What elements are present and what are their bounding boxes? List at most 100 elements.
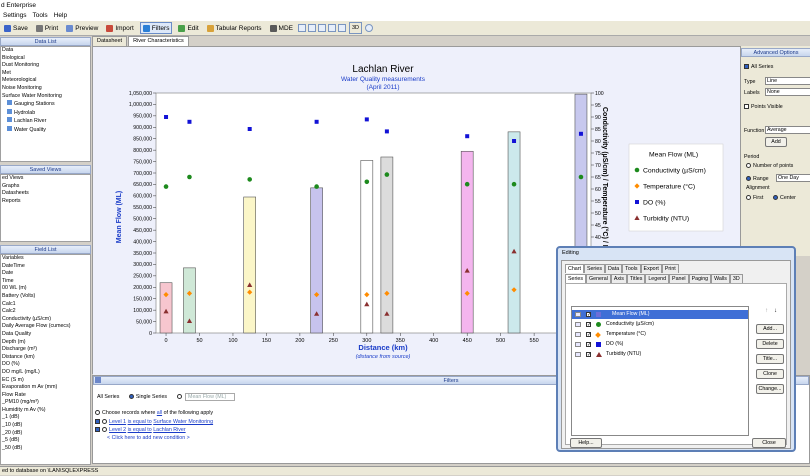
- number-of-points-option[interactable]: Number of points: [746, 163, 793, 169]
- field-item[interactable]: 00 WL (m): [1, 285, 90, 293]
- print-button[interactable]: Print: [34, 22, 60, 34]
- field-item[interactable]: DO (%): [1, 361, 90, 369]
- field-item[interactable]: DO mg/L (mg/L): [1, 369, 90, 377]
- condition-1-operator[interactable]: is equal to: [128, 419, 152, 425]
- series-visible-checkbox[interactable]: ✓: [586, 322, 591, 328]
- field-item[interactable]: EC (S m): [1, 377, 90, 385]
- tree-item[interactable]: Meteorological: [1, 77, 90, 85]
- condition-2-field[interactable]: Level 2: [109, 427, 126, 433]
- save-button[interactable]: Save: [2, 22, 30, 34]
- clone-series-button[interactable]: Clone: [756, 369, 784, 379]
- chart-type-icon[interactable]: [298, 24, 306, 32]
- 3d-toggle[interactable]: 3D: [349, 22, 363, 34]
- condition-1-radio[interactable]: [102, 419, 107, 425]
- preview-button[interactable]: Preview: [64, 22, 100, 34]
- menu-tools[interactable]: Tools: [33, 12, 48, 19]
- condition-2-radio[interactable]: [102, 427, 107, 433]
- series-visible-checkbox[interactable]: ✓: [586, 332, 591, 338]
- range-radio[interactable]: [746, 176, 751, 182]
- field-item[interactable]: Calc1: [1, 301, 90, 309]
- refresh-icon[interactable]: [365, 24, 374, 32]
- tree-item[interactable]: Met: [1, 70, 90, 78]
- field-item[interactable]: Daily Average Flow (cumecs): [1, 323, 90, 331]
- field-item[interactable]: _20 (dB): [1, 430, 90, 438]
- all-series-checkbox[interactable]: [744, 64, 749, 70]
- field-item[interactable]: Evaporation m Av (mm): [1, 384, 90, 392]
- series-list-item[interactable]: ✓ Mean Flow (ML): [572, 310, 748, 319]
- change-series-button[interactable]: Change...: [756, 384, 784, 394]
- field-item[interactable]: Discharge (m³): [1, 346, 90, 354]
- add-function-button[interactable]: Add: [765, 137, 787, 147]
- field-item[interactable]: Variables: [1, 255, 90, 263]
- tab-print[interactable]: Print: [661, 264, 679, 273]
- condition-2-operator[interactable]: is equal to: [128, 427, 152, 433]
- field-item[interactable]: Depth (m): [1, 339, 90, 347]
- range-option[interactable]: Range: [746, 176, 769, 182]
- tree-item[interactable]: Surface Water Monitoring: [1, 93, 90, 101]
- tab-tools[interactable]: Tools: [622, 264, 641, 273]
- mde-button[interactable]: MDE: [268, 22, 295, 34]
- tab-series[interactable]: Series: [583, 264, 605, 273]
- range-select[interactable]: One Day: [776, 174, 810, 182]
- tab-data[interactable]: Data: [604, 264, 623, 273]
- field-item[interactable]: _5 (dB): [1, 437, 90, 445]
- tree-item[interactable]: Water Quality: [1, 125, 90, 135]
- field-item[interactable]: Time: [1, 278, 90, 286]
- help-button[interactable]: Help...: [570, 438, 602, 448]
- tree-item[interactable]: Lachlan River: [1, 117, 90, 126]
- labels-select[interactable]: None: [765, 88, 810, 96]
- center-radio[interactable]: [773, 195, 778, 201]
- condition-2-value[interactable]: Lachlan River: [153, 427, 185, 433]
- add-series-button[interactable]: Add...: [756, 324, 784, 334]
- condition-2-checkbox[interactable]: [95, 427, 100, 433]
- series-visible-checkbox[interactable]: ✓: [586, 312, 591, 318]
- tabular-reports-button[interactable]: Tabular Reports: [205, 22, 264, 34]
- field-item[interactable]: _10 (dB): [1, 422, 90, 430]
- series-list-item[interactable]: ✓ Turbidity (NTU): [572, 350, 748, 359]
- field-item[interactable]: _PM10 (mg/m³): [1, 399, 90, 407]
- subtab-titles[interactable]: Titles: [626, 274, 646, 283]
- function-select[interactable]: Average: [765, 126, 810, 134]
- alignment-first-option[interactable]: First: [746, 195, 763, 201]
- tab-chart[interactable]: Chart: [565, 264, 584, 273]
- tree-item[interactable]: Dust Monitoring: [1, 62, 90, 70]
- menu-help[interactable]: Help: [54, 12, 67, 19]
- filters-button[interactable]: Filters: [139, 22, 173, 34]
- saved-view-item[interactable]: Datasheets: [1, 190, 90, 198]
- add-condition-link[interactable]: < Click here to add new condition >: [107, 435, 190, 441]
- points-visible-option[interactable]: Points Visible: [744, 104, 783, 110]
- move-down-icon[interactable]: ↓: [774, 308, 777, 314]
- bar-chart-icon[interactable]: [318, 24, 326, 32]
- single-series-radio[interactable]: [128, 394, 134, 400]
- tab-river-characteristics[interactable]: River Characteristics: [128, 36, 189, 46]
- menu-settings[interactable]: Settings: [3, 12, 27, 19]
- condition-1-checkbox[interactable]: [95, 419, 100, 425]
- subtab-walls[interactable]: Walls: [711, 274, 730, 283]
- choose-records-radio[interactable]: [95, 410, 100, 416]
- tree-item[interactable]: Biological: [1, 55, 90, 63]
- points-visible-checkbox[interactable]: [744, 104, 749, 110]
- tree-item[interactable]: Noise Monitoring: [1, 85, 90, 93]
- series-visible-checkbox[interactable]: ✓: [586, 352, 591, 358]
- all-series-option[interactable]: All Series: [744, 64, 773, 70]
- condition-1-value[interactable]: Surface Water Monitoring: [153, 419, 213, 425]
- subtab-3d[interactable]: 3D: [729, 274, 743, 283]
- tree-item[interactable]: Hydrolab: [1, 108, 90, 118]
- subtab-series[interactable]: Series: [565, 274, 587, 283]
- first-radio[interactable]: [746, 195, 751, 201]
- subtab-general[interactable]: General: [586, 274, 611, 283]
- saved-view-item[interactable]: Reports: [1, 198, 90, 206]
- field-item[interactable]: Date: [1, 270, 90, 278]
- zoom-icon[interactable]: [328, 24, 336, 32]
- field-item[interactable]: Distance (km): [1, 354, 90, 362]
- line-chart-icon[interactable]: [308, 24, 316, 32]
- saved-view-item[interactable]: Graphs: [1, 183, 90, 191]
- legend-icon[interactable]: [338, 24, 346, 32]
- subtab-legend[interactable]: Legend: [645, 274, 670, 283]
- tab-datasheet[interactable]: Datasheet: [92, 36, 128, 46]
- tab-export[interactable]: Export: [640, 264, 662, 273]
- series-list-item[interactable]: ✓ DO (%): [572, 340, 748, 349]
- saved-view-item[interactable]: ed Views: [1, 175, 90, 183]
- number-of-points-radio[interactable]: [746, 163, 751, 169]
- field-item[interactable]: _50 (dB): [1, 445, 90, 453]
